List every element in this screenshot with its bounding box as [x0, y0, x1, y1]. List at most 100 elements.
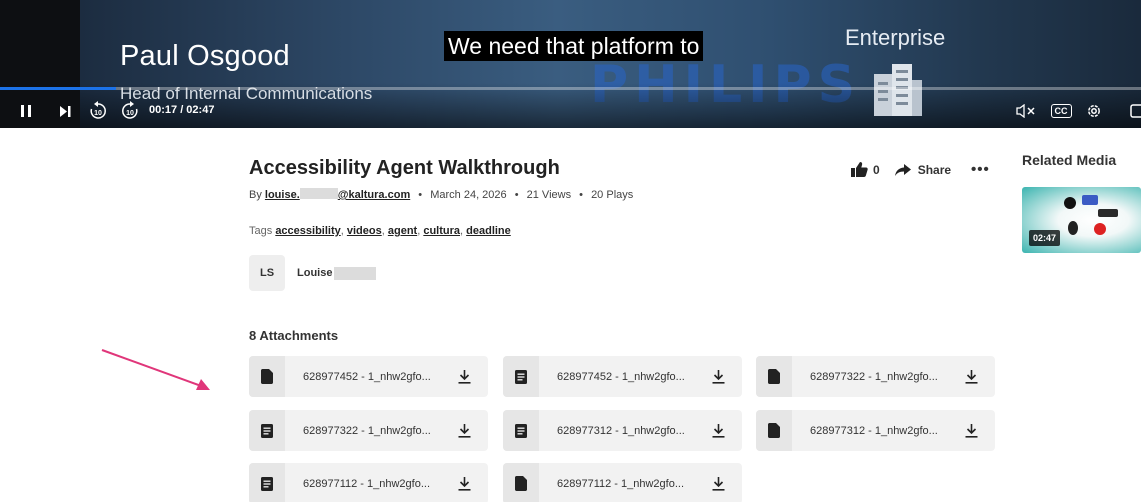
more-options-button[interactable]: •••: [971, 161, 990, 178]
download-icon[interactable]: [456, 369, 472, 385]
attachment-name: 628977452 - 1_nhw2gfo...: [557, 370, 685, 383]
media-views: 21 Views: [526, 189, 572, 201]
download-icon[interactable]: [710, 423, 726, 439]
owner-email-link[interactable]: louise. @kaltura.com: [264, 188, 411, 201]
progress-bar[interactable]: [0, 87, 1141, 90]
attachment-name: 628977312 - 1_nhw2gfo...: [557, 424, 685, 437]
progress-fill: [0, 87, 117, 90]
separator-dot: •: [514, 189, 519, 201]
attachment-item[interactable]: 628977322 - 1_nhw2gfo...: [756, 356, 995, 397]
attachment-item[interactable]: 628977112 - 1_nhw2gfo...: [249, 463, 488, 502]
attachment-name: 628977322 - 1_nhw2gfo...: [303, 424, 431, 437]
forward-label: 10: [126, 110, 134, 117]
thumbnail-logo: [1064, 197, 1076, 209]
document-icon: [503, 410, 539, 451]
volume-button[interactable]: [1014, 98, 1040, 124]
attachment-item[interactable]: 628977452 - 1_nhw2gfo...: [249, 356, 488, 397]
redaction-block: [299, 188, 338, 199]
owner-name: Louise: [297, 266, 377, 280]
video-corner-label: Enterprise: [845, 25, 946, 50]
closed-caption-text: We need that platform to: [444, 31, 704, 61]
document-icon: [249, 463, 285, 502]
time-display: 00:17 / 02:47: [149, 104, 215, 116]
fullscreen-button[interactable]: [1128, 98, 1141, 124]
tags-label: Tags: [249, 225, 273, 237]
skip-next-icon: [59, 105, 70, 117]
rewind-10-icon: 10: [90, 101, 106, 119]
file-icon: [756, 410, 792, 451]
attachment-name: 628977312 - 1_nhw2gfo...: [810, 424, 938, 437]
related-media-thumbnail[interactable]: 02:47: [1022, 187, 1141, 253]
settings-button[interactable]: [1083, 98, 1105, 124]
document-icon: [249, 410, 285, 451]
tag-link[interactable]: deadline: [466, 225, 511, 237]
attachment-item[interactable]: 628977322 - 1_nhw2gfo...: [249, 410, 488, 451]
next-button[interactable]: [55, 98, 75, 124]
file-icon: [249, 356, 285, 397]
owner-first-name: Louise: [297, 267, 333, 279]
attachment-item[interactable]: 628977312 - 1_nhw2gfo...: [503, 410, 742, 451]
attachment-item[interactable]: 628977452 - 1_nhw2gfo...: [503, 356, 742, 397]
lower-third-name: Paul Osgood: [120, 40, 290, 72]
document-icon: [503, 356, 539, 397]
attachment-name: 628977452 - 1_nhw2gfo...: [303, 370, 431, 383]
attachment-item[interactable]: 628977312 - 1_nhw2gfo...: [756, 410, 995, 451]
pause-button[interactable]: [16, 98, 36, 124]
attachments-heading: 8 Attachments: [249, 328, 339, 343]
separator-dot: •: [418, 189, 423, 201]
pause-icon: [21, 105, 31, 117]
tag-link[interactable]: accessibility: [275, 225, 340, 237]
file-icon: [756, 356, 792, 397]
share-arrow-icon: [894, 163, 911, 176]
tag-link[interactable]: agent: [388, 225, 417, 237]
player-controls: 10 10 00:17 / 02:47 CC: [0, 94, 1141, 128]
tags-row: Tags accessibility, videos, agent, cultu…: [249, 225, 511, 237]
download-icon[interactable]: [456, 476, 472, 492]
thumbnail-logo: [1094, 223, 1106, 235]
volume-muted-icon: [1016, 104, 1035, 118]
owner-email-prefix: louise.: [264, 189, 300, 201]
thumbs-up-icon: [851, 162, 868, 177]
redaction-block: [334, 266, 377, 280]
captions-button[interactable]: CC: [1048, 98, 1074, 124]
owner-email-suffix: @kaltura.com: [337, 189, 411, 201]
thumbnail-logo: [1068, 221, 1078, 235]
by-label: By: [249, 189, 262, 201]
forward-10-button[interactable]: 10: [118, 98, 142, 124]
download-icon[interactable]: [963, 369, 979, 385]
rewind-10-button[interactable]: 10: [86, 98, 110, 124]
thumbnail-logo: [1082, 195, 1098, 205]
avatar: LS: [249, 255, 285, 291]
download-icon[interactable]: [710, 369, 726, 385]
media-title: Accessibility Agent Walkthrough: [249, 157, 560, 179]
attachment-name: 628977322 - 1_nhw2gfo...: [810, 370, 938, 383]
owner-chip[interactable]: LS Louise: [249, 255, 377, 291]
attachment-name: 628977112 - 1_nhw2gfo...: [557, 477, 685, 490]
video-player[interactable]: PHILIPS Paul Osgood Head of Internal Com…: [0, 0, 1141, 128]
like-button[interactable]: 0: [851, 162, 880, 177]
download-icon[interactable]: [963, 423, 979, 439]
download-icon[interactable]: [456, 423, 472, 439]
share-button[interactable]: Share: [894, 162, 952, 177]
separator-dot: •: [579, 189, 583, 201]
media-actions: 0 Share •••: [851, 161, 990, 178]
file-icon: [503, 463, 539, 502]
share-label: Share: [917, 162, 952, 177]
thumbnail-duration: 02:47: [1029, 230, 1061, 246]
fullscreen-icon: [1130, 104, 1141, 118]
attachment-name: 628977112 - 1_nhw2gfo...: [303, 477, 431, 490]
annotation-arrow: [101, 349, 210, 390]
forward-10-icon: 10: [122, 101, 138, 119]
media-meta: By louise. @kaltura.com • March 24, 2026 …: [249, 188, 633, 201]
cc-icon: CC: [1050, 104, 1072, 118]
media-date: March 24, 2026: [430, 189, 507, 201]
attachment-item[interactable]: 628977112 - 1_nhw2gfo...: [503, 463, 742, 502]
tag-link[interactable]: videos: [347, 225, 382, 237]
tag-link[interactable]: cultura: [423, 225, 460, 237]
rewind-label: 10: [94, 110, 102, 117]
download-icon[interactable]: [710, 476, 726, 492]
media-plays: 20 Plays: [591, 189, 634, 201]
like-count: 0: [873, 162, 880, 177]
related-media-heading: Related Media: [1022, 152, 1117, 168]
thumbnail-logo: [1098, 209, 1118, 217]
